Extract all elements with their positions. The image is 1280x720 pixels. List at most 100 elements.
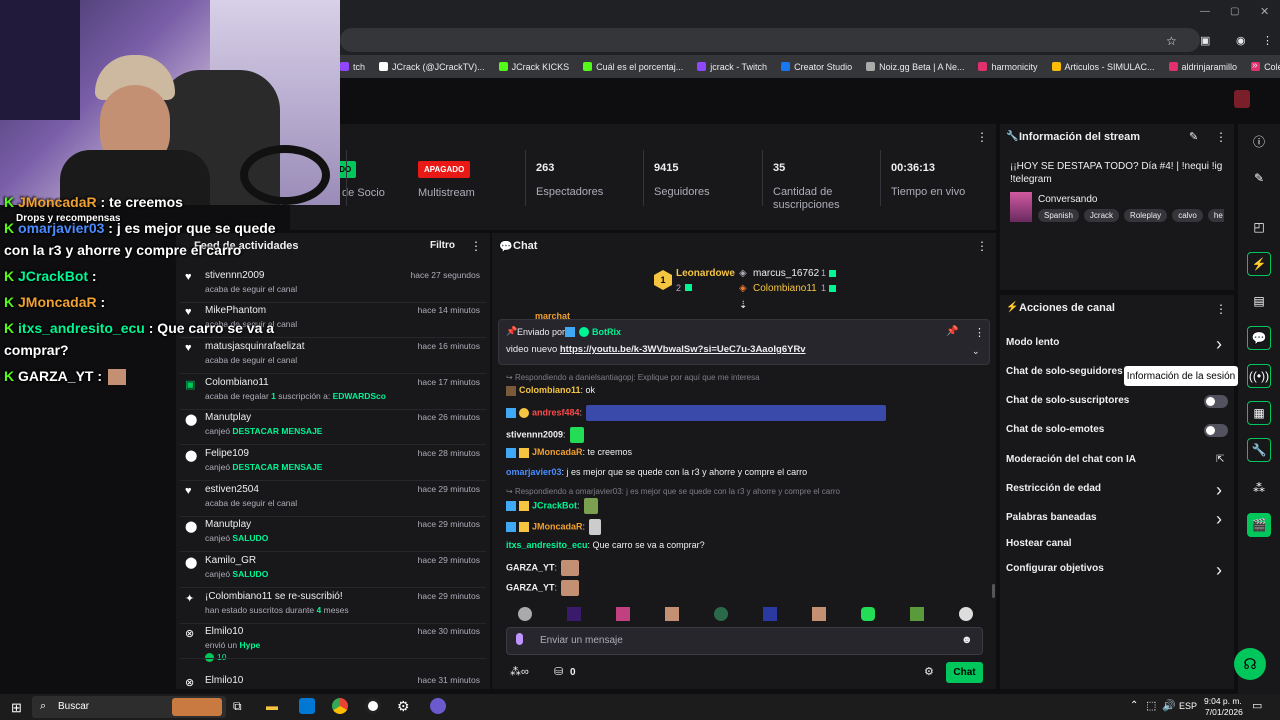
unpin-icon[interactable]: 📌 <box>946 326 958 337</box>
toggle-switch[interactable] <box>1204 395 1228 408</box>
profile-icon[interactable]: ◉ <box>1236 34 1246 47</box>
emoji-icon[interactable]: ☻ <box>961 634 973 646</box>
chat-username[interactable]: itxs_andresito_ecu <box>506 540 588 550</box>
pencil-icon[interactable]: ✎ <box>1247 166 1271 190</box>
leader-3-name[interactable]: Colombiano11 <box>753 283 817 294</box>
tray-up-icon[interactable]: ⌃ <box>1130 700 1138 711</box>
emote-icon[interactable] <box>909 607 924 621</box>
chat-message[interactable]: GARZA_YT: <box>506 580 580 596</box>
chat-more-icon[interactable]: ⋮ <box>976 239 988 253</box>
activity-item[interactable]: ⊗ Elmilo10 hace 30 minutos envió un Hype 10 <box>180 626 486 663</box>
activity-item[interactable]: ⬤ Manutplay hace 26 minutos canjeó DESTACAR… <box>180 412 486 446</box>
channel-action-0[interactable]: Modo lento <box>1006 337 1059 348</box>
chat-username[interactable]: stivennn2009 <box>506 429 563 439</box>
activity-item[interactable]: ⬤ Felipe109 hace 28 minutos canjeó DESTACAR… <box>180 448 486 482</box>
channel-action-7[interactable]: Hostear canal <box>1006 538 1072 549</box>
pinned-link[interactable]: https://youtu.be/k-3WVbwalSw?si=UeC7u-3A… <box>560 344 806 355</box>
language-indicator[interactable]: ESP <box>1179 701 1197 711</box>
channel-actions-more-icon[interactable]: ⋮ <box>1215 302 1227 316</box>
maximize-icon[interactable]: ▢ <box>1230 6 1239 17</box>
channel-action-2[interactable]: Chat de solo-suscriptores <box>1006 395 1129 406</box>
tag[interactable]: he <box>1207 209 1224 222</box>
minimize-icon[interactable]: — <box>1200 6 1210 17</box>
activity-item[interactable]: ♥ stivennn2009 hace 27 segundos acaba de se… <box>180 270 486 304</box>
chevron-right-icon[interactable]: › <box>1216 560 1222 581</box>
send-chat-button[interactable]: Chat <box>946 662 983 683</box>
chat-username[interactable]: JCrackBot <box>532 500 577 510</box>
emote-icon[interactable] <box>615 607 630 621</box>
mic-icon[interactable] <box>516 633 523 645</box>
menu-icon[interactable]: ⋮ <box>1262 34 1273 47</box>
emote-icon[interactable] <box>762 607 777 621</box>
volume-icon[interactable]: 🔊 <box>1162 699 1176 712</box>
close-icon[interactable]: ✕ <box>1260 5 1269 18</box>
bookmark-item[interactable]: JCrack KICKS <box>498 62 569 72</box>
activity-item[interactable]: ⬤ Kamilo_GR hace 29 minutos canjeó SALUDO <box>180 555 486 589</box>
app-icon[interactable] <box>430 698 446 714</box>
bookmark-item[interactable]: Cuál es el porcentaj... <box>583 62 683 72</box>
tag[interactable]: calvo <box>1172 209 1203 222</box>
settings-icon[interactable]: ⚙ <box>397 698 410 715</box>
emote-icon[interactable] <box>566 607 581 621</box>
bookmark-item[interactable]: Noiz.gg Beta | A Ne... <box>866 62 964 72</box>
activity-more-icon[interactable]: ⋮ <box>470 239 482 253</box>
chat-username[interactable]: JMoncadaR <box>532 447 583 457</box>
bookmark-item[interactable]: jcrack - Twitch <box>697 62 767 72</box>
channel-points-icon[interactable]: ⛁ <box>554 665 563 678</box>
obs-icon[interactable] <box>365 698 381 714</box>
bookmark-item[interactable]: Articulos - SIMULAC... <box>1051 62 1155 72</box>
emote-icon[interactable] <box>811 607 826 621</box>
channel-action-1[interactable]: Chat de solo-seguidores <box>1006 366 1123 377</box>
moderator-icon[interactable]: ⁂∞ <box>510 665 529 678</box>
pinned-sender[interactable]: BotRix <box>592 327 621 337</box>
chevron-right-icon[interactable]: › <box>1216 480 1222 501</box>
tag[interactable]: Spanish <box>1038 209 1079 222</box>
expand-leaderboard-icon[interactable]: ⇣ <box>739 300 747 311</box>
outlook-icon[interactable] <box>299 698 315 714</box>
bookmark-item[interactable]: Creator Studio <box>781 62 852 72</box>
settings-gear-icon[interactable]: ⚙ <box>924 665 934 678</box>
chat-username[interactable]: GARZA_YT <box>506 562 555 572</box>
activity-item[interactable]: ♥ estiven2504 hace 29 minutos acaba de segu… <box>180 484 486 518</box>
external-link-icon[interactable]: ⇱ <box>1216 454 1224 465</box>
activity-rail-icon[interactable]: ▦ <box>1247 401 1271 425</box>
chat-message[interactable]: GARZA_YT: <box>506 560 580 576</box>
channel-action-8[interactable]: Configurar objetivos <box>1006 563 1104 574</box>
chat-message[interactable]: omarjavier03: j es mejor que se quede co… <box>506 467 807 477</box>
chat-rail-icon[interactable]: 💬 <box>1247 326 1271 350</box>
chat-message[interactable]: JMoncadaR: te creemos <box>506 447 632 458</box>
session-info-icon[interactable]: ((•)) <box>1247 364 1271 388</box>
channel-action-3[interactable]: Chat de solo-emotes <box>1006 424 1104 435</box>
bookmark-item[interactable]: tch <box>340 62 365 72</box>
channel-action-6[interactable]: Palabras baneadas <box>1006 512 1097 523</box>
notes-icon[interactable]: ▤ <box>1247 289 1271 313</box>
clock-date[interactable]: 7/01/2026 <box>1205 707 1243 717</box>
camera-icon[interactable]: ◰ <box>1247 215 1271 239</box>
chevron-right-icon[interactable]: › <box>1216 334 1222 355</box>
network-icon[interactable]: ⬚ <box>1146 699 1156 712</box>
star-icon[interactable]: ☆ <box>1166 34 1177 48</box>
chat-username[interactable]: Colombiano11 <box>519 385 581 395</box>
chat-scrollbar[interactable] <box>992 584 995 598</box>
chat-message[interactable]: itxs_andresito_ecu: Que carro se va a co… <box>506 540 705 550</box>
chat-username[interactable]: andresf484 <box>532 407 580 417</box>
clock-time[interactable]: 9:04 p. m. <box>1204 696 1242 706</box>
info-icon[interactable]: ⓘ <box>1247 129 1271 153</box>
extensions-icon[interactable]: ▣ <box>1200 34 1210 47</box>
tag[interactable]: Roleplay <box>1124 209 1168 222</box>
stats-more-icon[interactable]: ⋮ <box>976 130 988 144</box>
category-name[interactable]: Conversando <box>1038 194 1097 205</box>
chevron-down-icon[interactable]: ⌄ <box>972 346 980 357</box>
stream-info-more-icon[interactable]: ⋮ <box>1215 130 1227 144</box>
clapper-icon[interactable]: 🎬 <box>1247 513 1271 537</box>
chat-username[interactable]: omarjavier03 <box>506 467 562 477</box>
edit-icon[interactable]: ✎ <box>1189 130 1198 143</box>
chat-message[interactable]: andresf484: <box>506 405 887 421</box>
activity-item[interactable]: ✦ ¡Colombiano11 se re-suscribió! hace 29 m… <box>180 591 486 625</box>
filter-button[interactable]: Filtro <box>430 240 455 251</box>
windows-start-icon[interactable]: ⊞ <box>11 700 22 716</box>
tag[interactable]: Jcrack <box>1083 209 1120 222</box>
bookmark-item[interactable]: JCrack (@JCrackTV)... <box>379 62 485 72</box>
bookmark-item[interactable]: aldrinjaramillo <box>1168 62 1237 72</box>
task-view-icon[interactable]: ⧉ <box>233 699 242 714</box>
